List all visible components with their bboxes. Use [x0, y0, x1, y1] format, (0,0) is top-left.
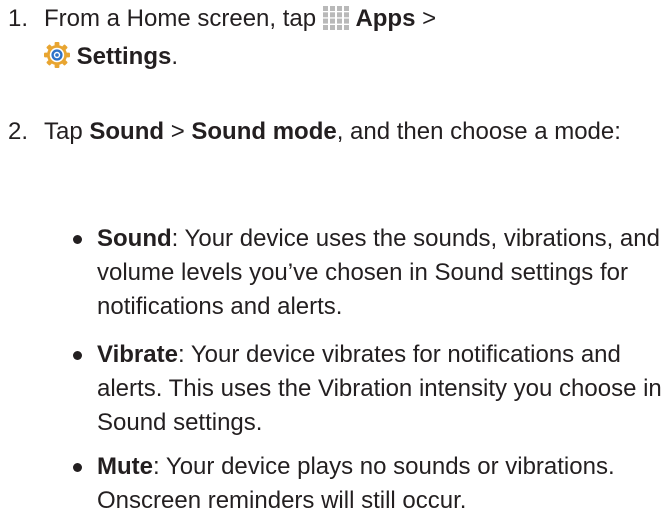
mode-mute-description: : Your device plays no sounds or vibrati…: [97, 453, 615, 514]
mode-sound-text: Sound: Your device uses the sounds, vibr…: [97, 222, 667, 324]
step-1-text: From a Home screen, tap Apps > Settings.: [44, 2, 664, 78]
settings-gear-icon: [44, 42, 70, 78]
step-2-number: 2.: [8, 118, 29, 145]
bullet-icon: [73, 463, 82, 472]
mode-mute-name: Mute: [97, 453, 153, 480]
sound-mode-label: Sound mode: [191, 118, 337, 145]
step-2-instruction: , and then choose a mode:: [336, 118, 621, 145]
mode-vibrate-name: Vibrate: [97, 341, 178, 368]
step-1-end: .: [171, 43, 179, 70]
step-2-text: Tap Sound > Sound mode, and then choose …: [44, 115, 659, 149]
step-1-separator: >: [415, 5, 437, 32]
mode-sound-description: : Your device uses the sounds, vibration…: [97, 225, 660, 320]
bullet-icon: [73, 235, 82, 244]
mode-vibrate-description: : Your device vibrates for notifications…: [97, 341, 662, 436]
apps-grid-icon: [322, 6, 349, 40]
apps-label: Apps: [355, 5, 416, 32]
bullet-icon: [73, 351, 82, 360]
step-2-separator: >: [164, 118, 192, 145]
settings-label: Settings: [76, 43, 172, 70]
step-1-intro: From a Home screen, tap: [44, 5, 323, 32]
step-1-number: 1.: [8, 5, 29, 32]
mode-vibrate-text: Vibrate: Your device vibrates for notifi…: [97, 338, 667, 440]
sound-label: Sound: [89, 118, 165, 145]
mode-mute-text: Mute: Your device plays no sounds or vib…: [97, 450, 667, 518]
mode-sound-name: Sound: [97, 225, 172, 252]
step-2-tap: Tap: [44, 118, 90, 145]
